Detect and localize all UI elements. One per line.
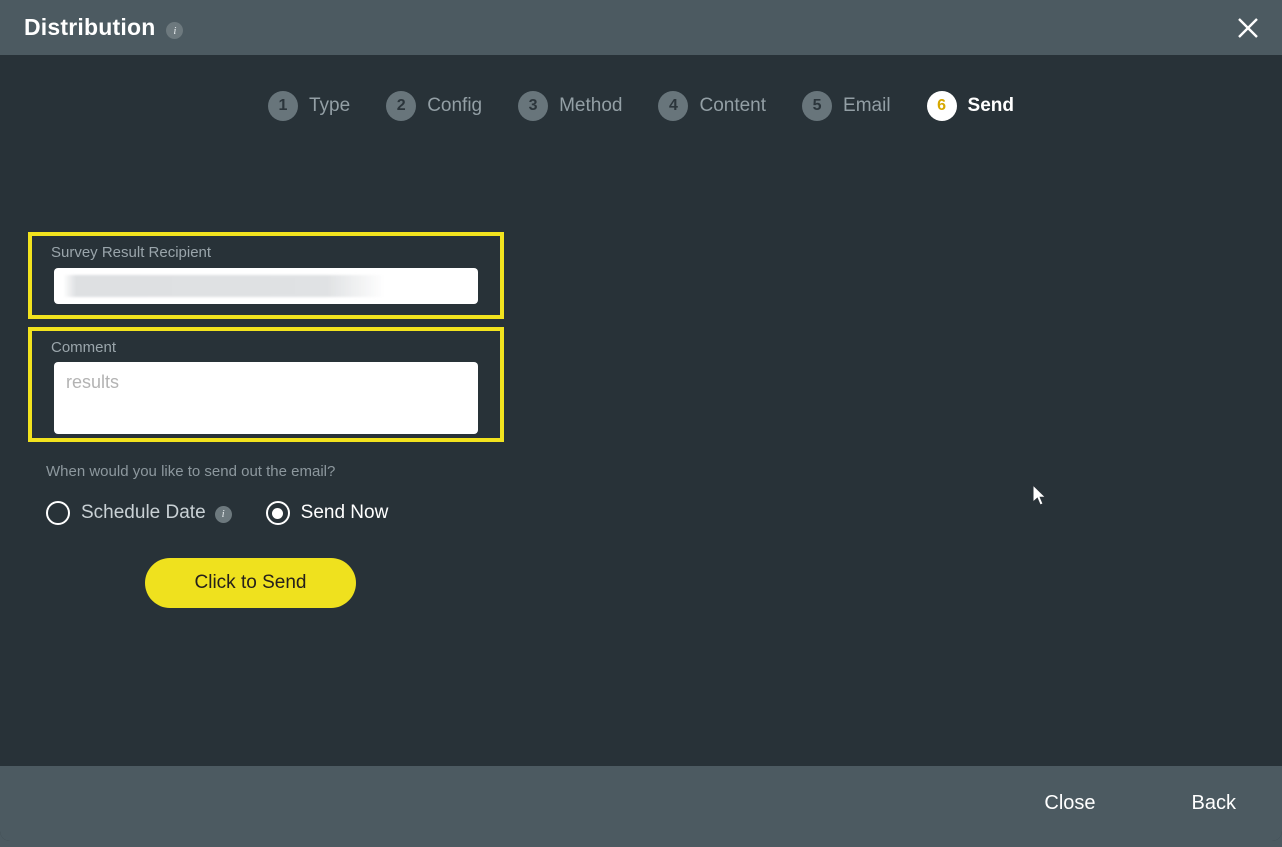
info-icon[interactable]: i [166,22,184,39]
recipient-input[interactable] [54,268,478,304]
survey-result-recipient-group: Survey Result Recipient [28,232,504,319]
radio-label: Schedule Date [81,502,206,523]
step-number: 5 [802,91,833,121]
comment-input[interactable] [54,362,478,434]
step-number: 3 [518,91,549,121]
back-button[interactable]: Back [1192,792,1236,815]
step-indicator: 1 Type 2 Config 3 Method 4 Content 5 Ema… [0,55,1282,121]
distribution-modal: Distribution i 1 Type 2 Config 3 Method [0,0,1282,841]
step-number: 1 [267,91,298,121]
click-to-send-button[interactable]: Click to Send [145,558,356,608]
step-number: 4 [658,91,689,121]
schedule-question: When would you like to send out the emai… [46,463,336,480]
radio-circle-icon [265,501,290,525]
step-label: Send [967,95,1014,116]
mouse-cursor [1032,483,1049,513]
step-email[interactable]: 5 Email [802,91,891,121]
step-config[interactable]: 2 Config [386,91,482,121]
radio-label: Send Now [300,502,389,523]
step-number: 6 [926,91,957,121]
info-icon[interactable]: i [214,505,232,523]
radio-circle-icon [46,501,70,525]
step-label: Content [699,95,767,116]
close-icon[interactable] [1228,8,1268,48]
step-number: 2 [386,91,417,121]
step-label: Type [308,95,351,116]
redacted-value [63,275,385,297]
radio-send-now[interactable]: Send Now [265,501,389,525]
step-content[interactable]: 4 Content [658,91,766,121]
close-button[interactable]: Close [1044,792,1095,815]
comment-group: Comment [28,327,504,442]
step-label: Method [559,95,623,116]
comment-label: Comment [51,339,117,356]
radio-schedule-date[interactable]: Schedule Date i [46,501,232,525]
step-type[interactable]: 1 Type [267,91,351,121]
step-method[interactable]: 3 Method [518,91,622,121]
recipient-label: Survey Result Recipient [51,244,212,261]
send-timing-radio-group: Schedule Date i Send Now [46,501,388,525]
modal-footer: Close Back [0,766,1282,841]
step-send[interactable]: 6 Send [926,91,1014,121]
page-title: Distribution [24,14,156,40]
step-label: Config [427,95,483,116]
step-label: Email [843,95,891,116]
modal-body: 1 Type 2 Config 3 Method 4 Content 5 Ema… [0,55,1282,766]
modal-header: Distribution i [0,0,1282,55]
